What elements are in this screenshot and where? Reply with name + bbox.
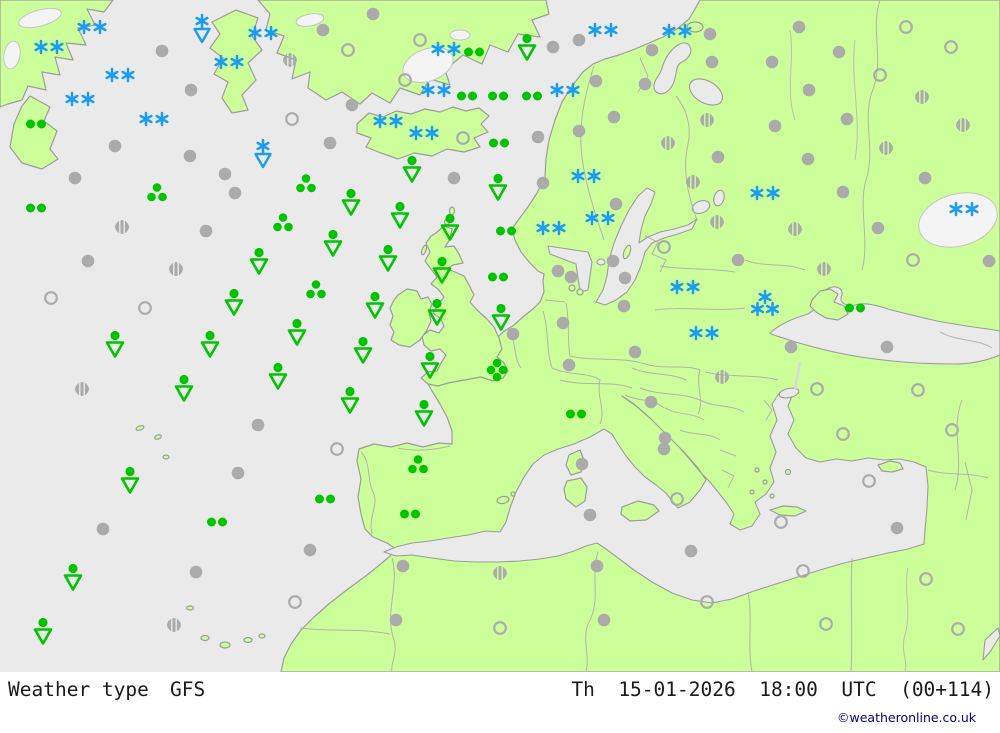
shetland xyxy=(448,206,456,216)
cloudy-icon xyxy=(638,77,652,91)
cloudy-icon xyxy=(536,176,550,190)
cloudy-icon xyxy=(890,521,904,535)
cloudy-icon xyxy=(597,613,611,627)
cloudy-icon xyxy=(551,264,565,278)
cloudy-icon xyxy=(531,130,545,144)
cloudy-icon xyxy=(768,119,782,133)
cloudy-icon xyxy=(703,27,717,41)
cloudy-icon xyxy=(303,543,317,557)
lake-vanern xyxy=(596,258,606,266)
canary-island xyxy=(200,634,210,642)
weather-map-page: Weather type GFS Th 15-01-2026 18:00 UTC… xyxy=(0,0,1000,733)
cloudy-icon xyxy=(546,40,560,54)
copyright-link[interactable]: ©weatheronline.co.uk xyxy=(837,710,976,725)
madeira xyxy=(185,605,195,611)
europe-weather-map xyxy=(0,0,1000,673)
cloudy-icon xyxy=(880,340,894,354)
cloudy-icon xyxy=(792,20,806,34)
cloudy-icon xyxy=(564,270,578,284)
canary-island xyxy=(258,633,266,639)
cloudy-icon xyxy=(918,171,932,185)
danish-isle xyxy=(568,284,576,292)
cloudy-icon xyxy=(606,254,620,268)
cloudy-icon xyxy=(184,83,198,97)
cloudy-icon xyxy=(705,55,719,69)
aegean-island xyxy=(762,479,768,485)
cloudy-icon xyxy=(644,395,658,409)
canary-island xyxy=(243,636,253,644)
cloudy-icon xyxy=(68,171,82,185)
cloudy-icon xyxy=(366,7,380,21)
cloudy-icon xyxy=(389,613,403,627)
cloudy-icon xyxy=(617,299,631,313)
cloudy-icon xyxy=(506,327,520,341)
cloudy-icon xyxy=(155,44,169,58)
cloudy-icon xyxy=(575,457,589,471)
cloudy-icon xyxy=(96,522,110,536)
aegean-island xyxy=(769,493,775,499)
cloudy-icon xyxy=(840,112,854,126)
cloudy-icon xyxy=(228,186,242,200)
cloudy-icon xyxy=(396,559,410,573)
cloudy-icon xyxy=(231,466,245,480)
cloudy-icon xyxy=(583,508,597,522)
cloudy-icon xyxy=(609,197,623,211)
cloudy-icon xyxy=(802,83,816,97)
canary-island xyxy=(219,641,231,649)
cloudy-icon xyxy=(218,167,232,181)
cloudy-icon xyxy=(658,431,672,445)
cloudy-icon xyxy=(628,345,642,359)
model-label: GFS xyxy=(170,678,206,701)
cloudy-icon xyxy=(711,150,725,164)
rhodes xyxy=(784,468,792,476)
product-label: Weather type xyxy=(8,678,149,701)
cloudy-icon xyxy=(447,171,461,185)
cloudy-icon xyxy=(832,45,846,59)
cloudy-icon xyxy=(316,23,330,37)
cloudy-icon xyxy=(765,55,779,69)
cloudy-icon xyxy=(345,98,359,112)
cloudy-icon xyxy=(731,253,745,267)
cloudy-icon xyxy=(784,340,798,354)
arctic-island xyxy=(686,21,704,33)
azores-island xyxy=(162,454,170,460)
cloudy-icon xyxy=(81,254,95,268)
cloudy-icon xyxy=(556,316,570,330)
cloudy-icon xyxy=(590,559,604,573)
cloudy-icon xyxy=(572,124,586,138)
cloudy-icon xyxy=(323,136,337,150)
cloudy-icon xyxy=(189,565,203,579)
footer: Weather type GFS Th 15-01-2026 18:00 UTC… xyxy=(0,672,1000,733)
cloudy-icon xyxy=(684,544,698,558)
cloudy-icon xyxy=(618,271,632,285)
cloudy-icon xyxy=(871,221,885,235)
aegean-island xyxy=(754,467,760,473)
cloudy-icon xyxy=(607,110,621,124)
cloudy-icon xyxy=(801,152,815,166)
cloudy-icon xyxy=(108,139,122,153)
danish-isle xyxy=(576,288,584,296)
cloudy-icon xyxy=(589,74,603,88)
cloudy-icon xyxy=(251,418,265,432)
aegean-island xyxy=(749,489,755,495)
cloudy-icon xyxy=(645,43,659,57)
cloudy-icon xyxy=(836,185,850,199)
valid-time-label: Th 15-01-2026 18:00 UTC (00+114) xyxy=(571,678,994,701)
cloudy-icon xyxy=(572,33,586,47)
cloudy-icon xyxy=(199,224,213,238)
cloudy-icon xyxy=(562,358,576,372)
cloudy-icon xyxy=(183,149,197,163)
cloudy-icon xyxy=(982,254,996,268)
minorca xyxy=(510,491,516,497)
cloudy-icon xyxy=(657,442,671,456)
